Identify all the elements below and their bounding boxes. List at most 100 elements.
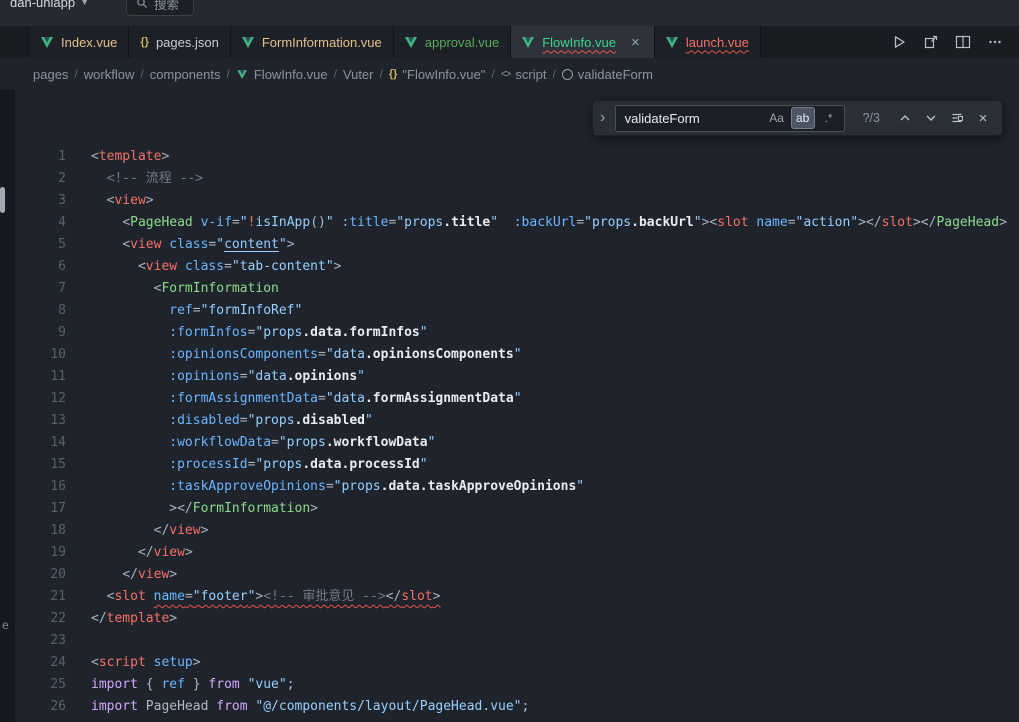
token: script — [99, 655, 146, 670]
split-editor-button[interactable] — [953, 32, 973, 52]
token: = — [240, 369, 248, 384]
tab-FlowInfo.vue[interactable]: FlowInfo.vue × — [511, 26, 655, 58]
tab-approval.vue[interactable]: approval.vue — [394, 26, 511, 58]
code-line[interactable]: 11 :opinions="data.opinions" — [15, 366, 1019, 388]
titlebar-search[interactable]: 搜索 — [126, 0, 194, 16]
code-line[interactable]: 8 ref="formInfoRef" — [15, 300, 1019, 322]
tab-Index.vue[interactable]: Index.vue — [30, 26, 129, 58]
tab-FormInformation.vue[interactable]: FormInformation.vue — [231, 26, 394, 58]
token: view — [154, 545, 185, 560]
line-content: ref="formInfoRef" — [66, 300, 302, 322]
find-query-text[interactable]: validateForm — [625, 111, 763, 126]
token: "tab-content" — [232, 259, 334, 274]
match-case-button[interactable]: Aa — [765, 107, 789, 129]
code-line[interactable]: 6 <view class="tab-content"> — [15, 256, 1019, 278]
code-line[interactable]: 13 :disabled="props.disabled" — [15, 410, 1019, 432]
code-line[interactable]: 25import { ref } from "vue"; — [15, 674, 1019, 696]
code-line[interactable]: 23 — [15, 630, 1019, 652]
line-content: :taskApproveOpinions="props.data.taskApp… — [66, 476, 584, 498]
token: view — [138, 567, 169, 582]
code-line[interactable]: 20 </view> — [15, 564, 1019, 586]
line-number: 26 — [15, 696, 66, 718]
token: .data.formInfos — [302, 325, 419, 340]
token: " — [428, 435, 436, 450]
regex-button[interactable]: .* — [817, 107, 841, 129]
breadcrumb-item-FlowInfo.vue[interactable]: "FlowInfo.vue" — [389, 67, 486, 82]
token: name — [154, 589, 185, 604]
breadcrumb-item-workflow[interactable]: workflow — [84, 67, 135, 82]
code-line[interactable]: 15 :processId="props.data.processId" — [15, 454, 1019, 476]
token: ; — [522, 699, 530, 714]
breadcrumb-separator: / — [334, 67, 337, 81]
close-find-button[interactable]: × — [972, 107, 994, 129]
line-content: <template> — [66, 146, 169, 168]
code-line[interactable]: 1<template> — [15, 146, 1019, 168]
token — [240, 677, 248, 692]
find-input[interactable]: validateForm Aa ab .* — [615, 105, 845, 132]
code-line[interactable]: 26import PageHead from "@/components/lay… — [15, 696, 1019, 718]
breadcrumb-item-validateForm[interactable]: validateForm — [562, 67, 653, 82]
code-line[interactable]: 19 </view> — [15, 542, 1019, 564]
token: PageHead — [130, 215, 193, 230]
code-line[interactable]: 3 <view> — [15, 190, 1019, 212]
find-in-selection-button[interactable] — [946, 107, 968, 129]
close-icon[interactable]: × — [628, 35, 643, 50]
breadcrumb-label: components — [150, 67, 221, 82]
code-line[interactable]: 24<script setup> — [15, 652, 1019, 674]
code-line[interactable]: 17 ></FormInformation> — [15, 498, 1019, 520]
token: "props — [248, 413, 295, 428]
tab-launch.vue[interactable]: launch.vue — [655, 26, 761, 58]
token: template — [107, 611, 170, 626]
token: "data — [248, 369, 287, 384]
line-number: 6 — [15, 256, 66, 278]
code-line[interactable]: 10 :opinionsComponents="data.opinionsCom… — [15, 344, 1019, 366]
token: slot — [114, 589, 145, 604]
code-line[interactable]: 18 </view> — [15, 520, 1019, 542]
code-line[interactable]: 5 <view class="content"> — [15, 234, 1019, 256]
tab-label: FormInformation.vue — [262, 35, 382, 50]
code-line[interactable]: 21 <slot name="footer"><!-- 审批意见 --></sl… — [15, 586, 1019, 608]
code-line[interactable]: 16 :taskApproveOpinions="props.data.task… — [15, 476, 1019, 498]
line-number: 18 — [15, 520, 66, 542]
code-line[interactable]: 4 <PageHead v-if="!isInApp()" :title="pr… — [15, 212, 1019, 234]
token: :opinionsComponents — [169, 347, 318, 362]
token: " — [576, 479, 584, 494]
code-line[interactable]: 2 <!-- 流程 --> — [15, 168, 1019, 190]
tab-label: FlowInfo.vue — [542, 35, 616, 50]
vscode-window: dan-uniapp ▼ 搜索 Index.vuepages.jsonFormI… — [0, 0, 1019, 722]
token: ; — [287, 677, 295, 692]
token: "action" — [796, 215, 859, 230]
tab-pages.json[interactable]: pages.json — [129, 26, 230, 58]
token: " — [357, 369, 365, 384]
code-line[interactable]: 22</template> — [15, 608, 1019, 630]
whole-word-button[interactable]: ab — [791, 107, 815, 129]
breadcrumb-label: FlowInfo.vue — [254, 67, 328, 82]
project-name[interactable]: dan-uniapp — [10, 0, 75, 10]
token: view — [130, 237, 161, 252]
breadcrumb-item-script[interactable]: script — [501, 67, 547, 82]
code-line[interactable]: 12 :formAssignmentData="data.formAssignm… — [15, 388, 1019, 410]
breadcrumb-label: validateForm — [578, 67, 653, 82]
run-button[interactable] — [889, 32, 909, 52]
open-changes-button[interactable] — [921, 32, 941, 52]
toggle-replace-icon[interactable]: › — [595, 110, 611, 126]
breadcrumb-item-pages[interactable]: pages — [33, 67, 68, 82]
code-line[interactable]: 14 :workflowData="props.workflowData" — [15, 432, 1019, 454]
breadcrumb-item-FlowInfo.vue[interactable]: FlowInfo.vue — [236, 67, 328, 82]
code-area[interactable]: 1<template>2 <!-- 流程 -->3 <view>4 <PageH… — [15, 90, 1019, 722]
line-content: :opinionsComponents="data.opinionsCompon… — [66, 344, 522, 366]
token: .data.taskApproveOpinions — [381, 479, 577, 494]
method-icon — [562, 69, 573, 80]
breadcrumb-item-components[interactable]: components — [150, 67, 221, 82]
token: import — [91, 699, 138, 714]
breadcrumb-item-Vuter[interactable]: Vuter — [343, 67, 374, 82]
next-match-button[interactable] — [920, 107, 942, 129]
code-line[interactable]: 7 <FormInformation — [15, 278, 1019, 300]
token: <!-- 审批意见 --> — [263, 589, 385, 604]
more-actions-button[interactable] — [985, 32, 1005, 52]
token: > — [201, 523, 209, 538]
code-line[interactable]: 9 :formInfos="props.data.formInfos" — [15, 322, 1019, 344]
line-number: 7 — [15, 278, 66, 300]
previous-match-button[interactable] — [894, 107, 916, 129]
token: import — [91, 677, 138, 692]
